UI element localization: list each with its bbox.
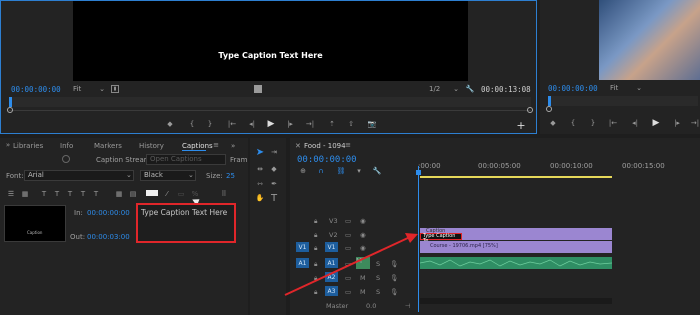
- annotation-arrow: [284, 233, 418, 296]
